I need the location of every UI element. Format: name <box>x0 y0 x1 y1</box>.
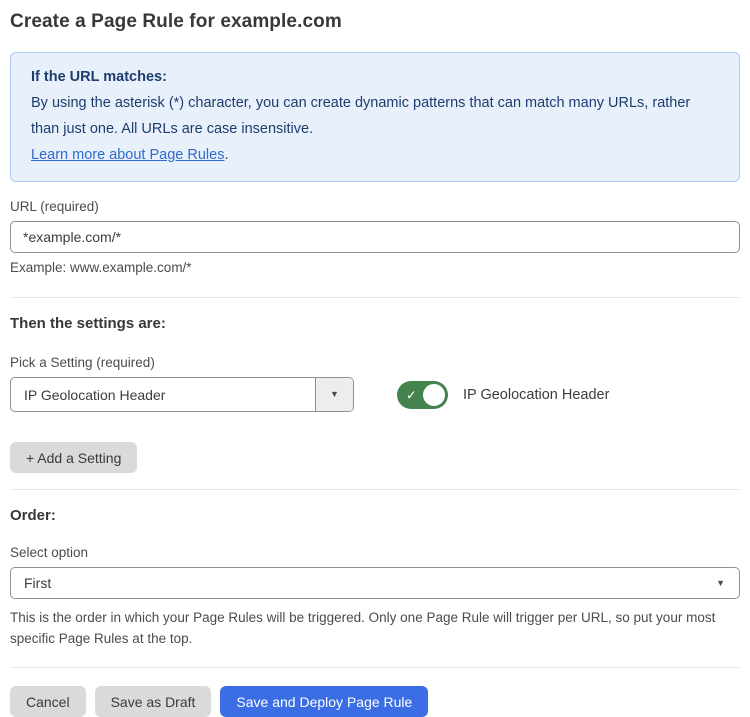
learn-more-link[interactable]: Learn more about Page Rules <box>31 147 224 163</box>
save-and-deploy-button[interactable]: Save and Deploy Page Rule <box>220 686 428 717</box>
order-select-label: Select option <box>10 545 740 560</box>
footer-actions: Cancel Save as Draft Save and Deploy Pag… <box>10 686 740 717</box>
order-select[interactable]: First ▼ <box>10 567 740 599</box>
page-title: Create a Page Rule for example.com <box>10 11 740 33</box>
divider <box>10 489 740 490</box>
check-icon: ✓ <box>406 388 417 401</box>
setting-dropdown[interactable]: IP Geolocation Header ▼ <box>10 377 354 412</box>
divider <box>10 297 740 298</box>
pick-setting-label: Pick a Setting (required) <box>10 355 740 370</box>
url-matches-info-box: If the URL matches: By using the asteris… <box>10 52 740 182</box>
link-suffix: . <box>224 147 228 163</box>
order-select-value: First <box>24 575 716 591</box>
toggle-knob <box>421 382 447 408</box>
add-setting-button[interactable]: + Add a Setting <box>10 442 137 473</box>
caret-down-icon: ▼ <box>330 390 339 399</box>
order-help-text: This is the order in which your Page Rul… <box>10 607 730 649</box>
order-section-heading: Order: <box>10 507 740 524</box>
info-box-body: By using the asterisk (*) character, you… <box>31 90 719 168</box>
save-as-draft-button[interactable]: Save as Draft <box>95 686 212 717</box>
caret-down-icon: ▼ <box>716 579 725 588</box>
toggle-label: IP Geolocation Header <box>463 387 609 403</box>
cancel-button[interactable]: Cancel <box>10 686 86 717</box>
settings-section-heading: Then the settings are: <box>10 315 740 332</box>
url-input[interactable] <box>10 221 740 253</box>
info-box-body-text: By using the asterisk (*) character, you… <box>31 95 690 137</box>
setting-dropdown-value: IP Geolocation Header <box>11 378 315 411</box>
url-field-label: URL (required) <box>10 199 740 214</box>
url-field-hint: Example: www.example.com/* <box>10 260 740 275</box>
info-box-heading: If the URL matches: <box>31 64 719 90</box>
setting-controls-row: IP Geolocation Header ▼ ✓ IP Geolocation… <box>10 377 740 412</box>
ip-geolocation-toggle[interactable]: ✓ <box>397 381 448 409</box>
setting-dropdown-caret-button[interactable]: ▼ <box>315 378 353 411</box>
divider <box>10 667 740 668</box>
